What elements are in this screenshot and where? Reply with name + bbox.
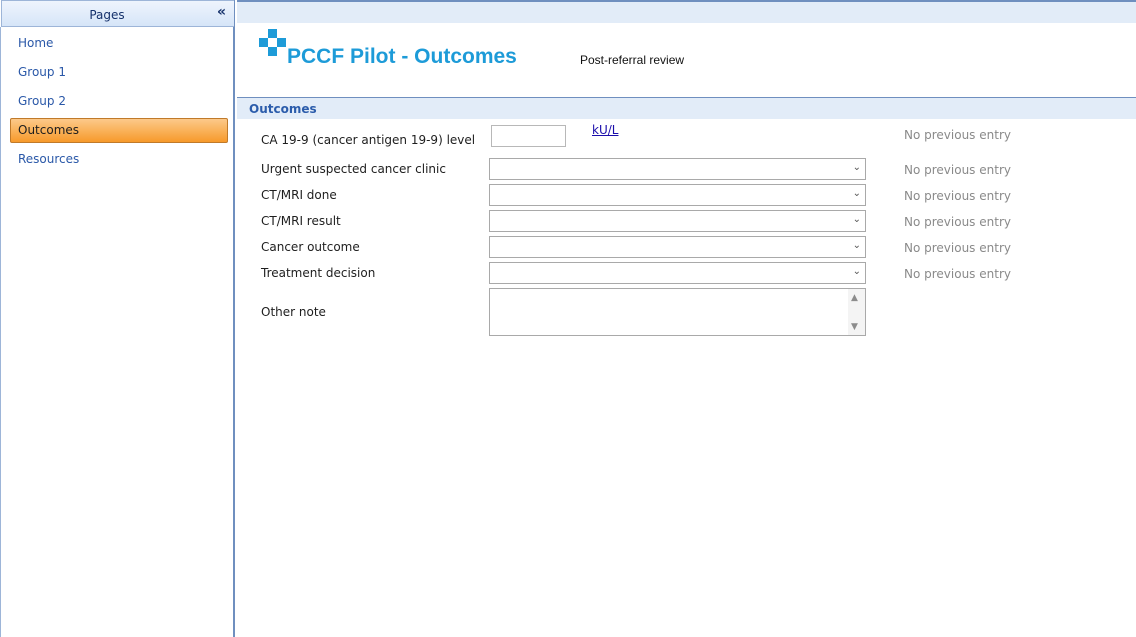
scroll-up-icon[interactable]: ▲ <box>851 293 858 303</box>
ca19-9-input[interactable] <box>491 125 566 147</box>
urgent-clinic-select[interactable]: ⌄ <box>489 158 866 180</box>
sidebar-item-outcomes[interactable]: Outcomes <box>10 118 228 143</box>
main-panel: PCCF Pilot - Outcomes Post-referral revi… <box>237 0 1136 637</box>
sidebar-item-home[interactable]: Home <box>10 31 228 56</box>
chevron-down-icon: ⌄ <box>852 162 861 173</box>
other-note-label: Other note <box>261 305 326 319</box>
unit-link[interactable]: kU/L <box>592 123 618 137</box>
ca19-9-label: CA 19-9 (cancer antigen 19-9) level <box>261 133 476 147</box>
chevron-down-icon: ⌄ <box>852 240 861 251</box>
field-label-cancer-outcome: Cancer outcome <box>261 240 360 254</box>
scroll-down-icon[interactable]: ▼ <box>851 322 858 332</box>
sidebar-item-resources[interactable]: Resources <box>10 147 228 172</box>
page-title: PCCF Pilot - Outcomes <box>287 45 517 68</box>
sidebar-item-group-1[interactable]: Group 1 <box>10 60 228 85</box>
treatment-decision-select[interactable]: ⌄ <box>489 262 866 284</box>
sidebar-title: Pages <box>89 8 125 22</box>
section-header: Outcomes <box>237 97 1136 119</box>
previous-entry-urgent-clinic: No previous entry <box>904 163 1011 177</box>
other-note-textarea[interactable]: ▲ ▼ <box>489 288 866 336</box>
collapse-icon[interactable]: « <box>217 4 226 20</box>
page-subtitle: Post-referral review <box>580 53 685 67</box>
previous-entry-ct-mri-result: No previous entry <box>904 215 1011 229</box>
top-strip <box>237 2 1136 23</box>
chevron-down-icon: ⌄ <box>852 188 861 199</box>
previous-entry-cancer-outcome: No previous entry <box>904 241 1011 255</box>
chevron-down-icon: ⌄ <box>852 214 861 225</box>
pccf-logo-icon <box>259 29 287 59</box>
previous-entry-ct-mri-done: No previous entry <box>904 189 1011 203</box>
ca19-9-previous-entry: No previous entry <box>904 128 1011 142</box>
sidebar-header: Pages « <box>1 0 234 27</box>
previous-entry-treatment-decision: No previous entry <box>904 267 1011 281</box>
nav-list: Home Group 1 Group 2 Outcomes Resources <box>0 27 233 637</box>
section-title: Outcomes <box>249 102 317 116</box>
ct-mri-done-select[interactable]: ⌄ <box>489 184 866 206</box>
sidebar: Pages « Home Group 1 Group 2 Outcomes Re… <box>0 0 235 637</box>
ct-mri-result-select[interactable]: ⌄ <box>489 210 866 232</box>
scrollbar[interactable]: ▲ ▼ <box>848 289 865 335</box>
field-label-ct-mri-result: CT/MRI result <box>261 214 341 228</box>
field-label-urgent-clinic: Urgent suspected cancer clinic <box>261 162 446 176</box>
sidebar-item-group-2[interactable]: Group 2 <box>10 89 228 114</box>
chevron-down-icon: ⌄ <box>852 266 861 277</box>
field-label-treatment-decision: Treatment decision <box>261 266 376 280</box>
cancer-outcome-select[interactable]: ⌄ <box>489 236 866 258</box>
field-label-ct-mri-done: CT/MRI done <box>261 188 337 202</box>
